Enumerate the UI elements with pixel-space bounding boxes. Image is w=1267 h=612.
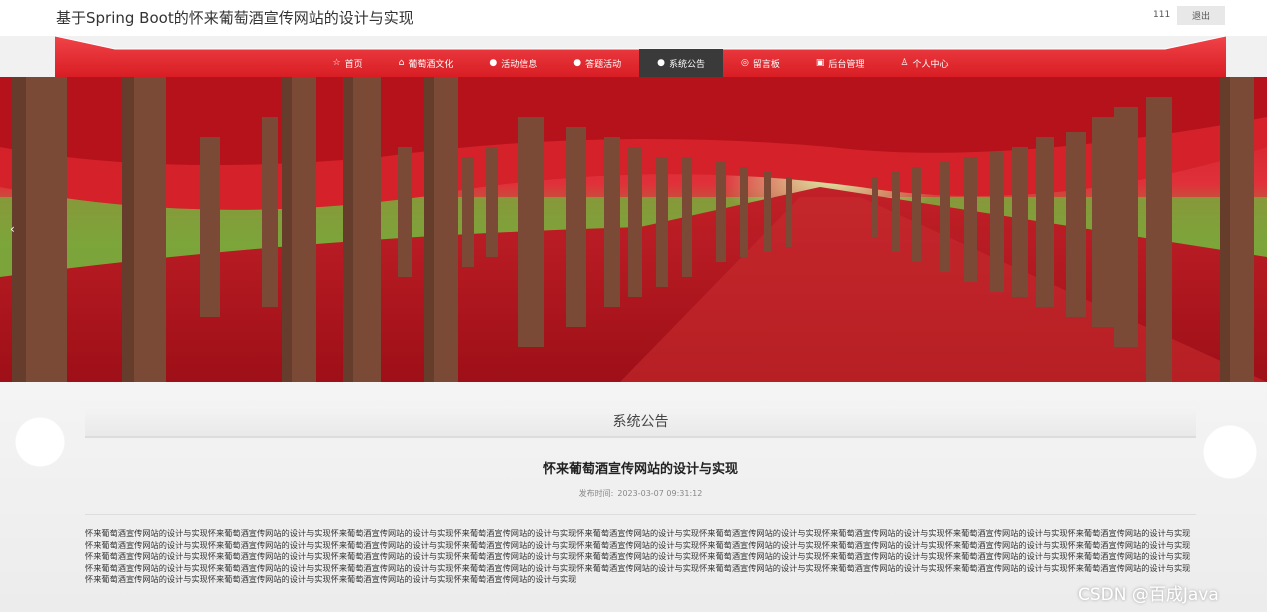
nav-item-admin[interactable]: ▣ 后台管理 [798, 49, 883, 77]
carousel-prev-arrow[interactable]: ‹ [10, 222, 15, 236]
divider [85, 514, 1196, 515]
nav-item-label: 系统公告 [668, 59, 705, 70]
info-icon: ● [657, 57, 665, 68]
logout-button[interactable]: 退出 [1177, 6, 1225, 25]
nav-item-label: 个人中心 [912, 59, 949, 70]
nav-item-quiz[interactable]: ● 答题活动 [555, 49, 639, 77]
nav-item-activity-info[interactable]: ● 活动信息 [471, 49, 555, 77]
watermark: CSDN @百成Java [1078, 585, 1219, 605]
article-title: 怀来葡萄酒宣传网站的设计与实现 [542, 462, 738, 477]
red-maple-avenue-image [0, 77, 1267, 382]
nav-item-label: 葡萄酒文化 [408, 59, 454, 70]
nav-item-wine-culture[interactable]: ⌂ 葡萄酒文化 [381, 49, 472, 77]
banner-carousel[interactable]: ‹ [0, 77, 1267, 382]
nav-item-announcements[interactable]: ● 系统公告 [639, 49, 723, 77]
nav-item-label: 后台管理 [828, 59, 865, 70]
main-nav: ☆ 首页 ⌂ 葡萄酒文化 ● 活动信息 ● 答题活动 ● 系统公告 ◎ 留言板 … [55, 36, 1226, 77]
publish-time-label: 发布时间: [578, 489, 614, 498]
article-body: 怀来葡萄酒宣传网站的设计与实现怀来葡萄酒宣传网站的设计与实现怀来葡萄酒宣传网站的… [85, 528, 1191, 584]
nav-item-label: 活动信息 [501, 59, 538, 70]
username-label[interactable]: 111 [1153, 10, 1170, 20]
nav-item-label: 答题活动 [585, 59, 622, 70]
admin-icon: ▣ [815, 57, 825, 68]
top-header: 基于Spring Boot的怀来葡萄酒宣传网站的设计与实现 111 退出 [0, 0, 1267, 36]
publish-time-value: 2023-03-07 09:31:12 [617, 489, 703, 498]
section-title: 系统公告 [85, 406, 1196, 438]
nav-item-home[interactable]: ☆ 首页 [315, 49, 381, 77]
site-title: 基于Spring Boot的怀来葡萄酒宣传网站的设计与实现 [56, 9, 414, 27]
info-icon: ● [489, 57, 498, 68]
nav-item-message-board[interactable]: ◎ 留言板 [723, 49, 798, 77]
nav-item-profile[interactable]: ♙ 个人中心 [882, 49, 966, 77]
publish-time: 发布时间: 2023-03-07 09:31:12 [85, 488, 1196, 499]
nav-item-label: 首页 [344, 59, 363, 70]
star-icon: ☆ [332, 57, 341, 68]
message-icon: ◎ [740, 57, 749, 68]
nav-item-label: 留言板 [752, 59, 780, 70]
home-icon: ⌂ [398, 57, 405, 68]
user-icon: ♙ [900, 57, 909, 68]
info-icon: ● [573, 57, 582, 68]
nav-list: ☆ 首页 ⌂ 葡萄酒文化 ● 活动信息 ● 答题活动 ● 系统公告 ◎ 留言板 … [55, 49, 1226, 77]
